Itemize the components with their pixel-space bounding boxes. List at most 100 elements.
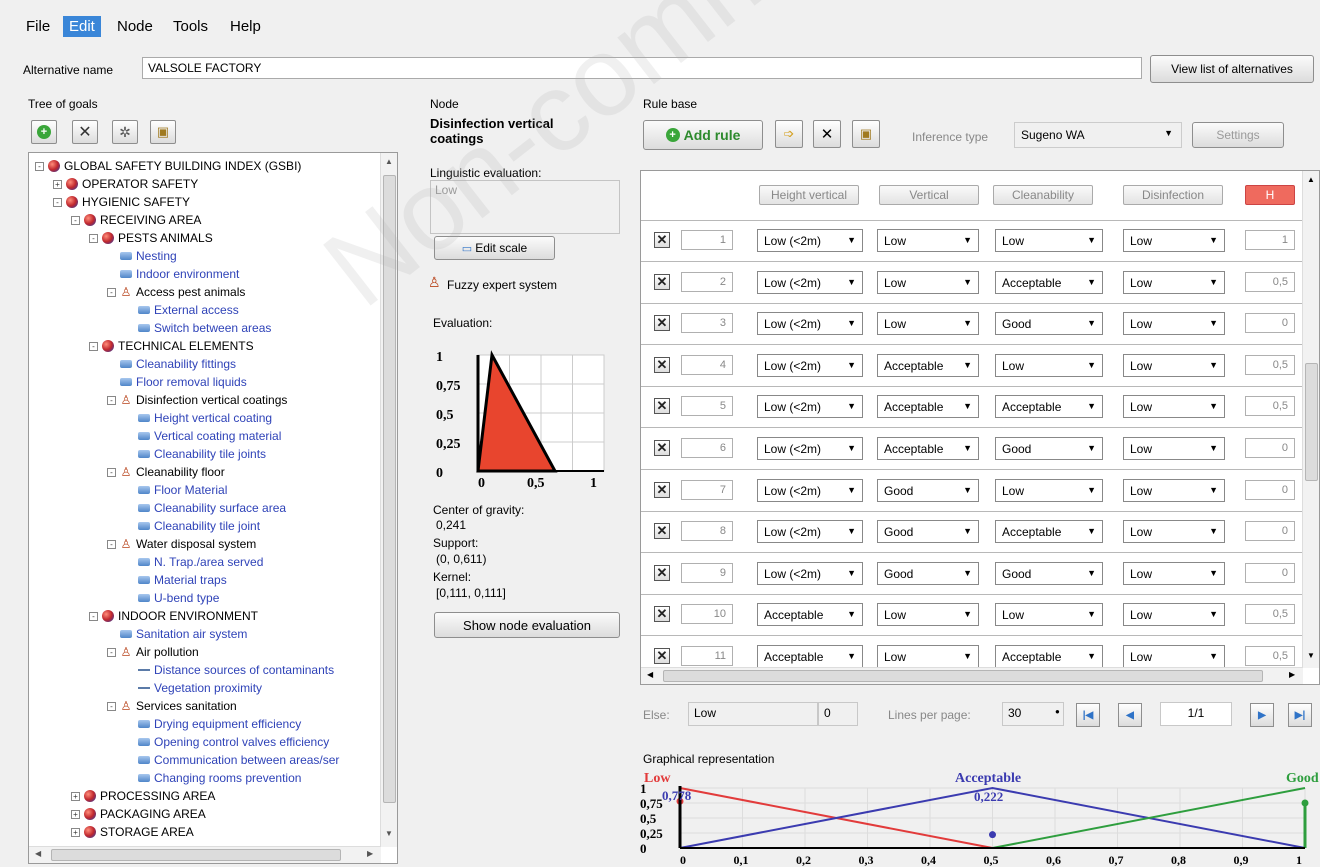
disinfection-select[interactable]: Low ▼ [1123, 478, 1225, 502]
collapse-icon[interactable]: - [35, 161, 44, 171]
tree-node[interactable]: Cleanability fittings [107, 355, 236, 373]
rule-h-value[interactable]: 0 [1245, 313, 1295, 334]
height-vertical-select[interactable]: Acceptable ▼ [757, 645, 863, 668]
else-number-field[interactable]: 0 [818, 702, 858, 726]
header-height-vertical[interactable]: Height vertical [759, 185, 859, 205]
rule-h-value[interactable]: 0,5 [1245, 354, 1295, 375]
collapse-icon[interactable]: - [107, 539, 116, 549]
tree-node[interactable]: Drying equipment efficiency [125, 715, 301, 733]
cleanability-select[interactable]: Low ▼ [995, 229, 1103, 252]
tree-node[interactable]: U-bend type [125, 589, 219, 607]
tree-node[interactable]: Changing rooms prevention [125, 769, 301, 787]
menu-file[interactable]: File [20, 16, 56, 37]
expand-icon[interactable]: + [71, 827, 80, 837]
inference-type-select[interactable]: Sugeno WA ▼ [1014, 122, 1182, 148]
menu-node[interactable]: Node [111, 16, 159, 37]
height-vertical-select[interactable]: Low (<2m) ▼ [757, 270, 863, 294]
settings-button[interactable]: Settings [1192, 122, 1284, 148]
goal-tree[interactable]: - GLOBAL SAFETY BUILDING INDEX (GSBI) + OPE… [28, 152, 398, 864]
collapse-icon[interactable]: - [107, 395, 116, 405]
vertical-select[interactable]: Good ▼ [877, 520, 979, 544]
view-list-button[interactable]: View list of alternatives [1150, 55, 1314, 83]
vertical-select[interactable]: Low ▼ [877, 645, 979, 668]
disinfection-select[interactable]: Low ▼ [1123, 395, 1225, 419]
rule-h-value[interactable]: 0,5 [1245, 604, 1295, 625]
cleanability-select[interactable]: Low ▼ [995, 478, 1103, 502]
tree-node[interactable]: + PACKAGING AREA [71, 805, 206, 823]
disinfection-select[interactable]: Low ▼ [1123, 520, 1225, 544]
tree-node[interactable]: Cleanability tile joints [125, 445, 266, 463]
disinfection-select[interactable]: Low ▼ [1123, 229, 1225, 252]
previous-page-button[interactable]: ◀ [1118, 703, 1142, 727]
tree-node[interactable]: Communication between areas/ser [125, 751, 339, 769]
cleanability-select[interactable]: Acceptable ▼ [995, 645, 1103, 668]
height-vertical-select[interactable]: Low (<2m) ▼ [757, 520, 863, 544]
tree-node[interactable]: - ♙ Access pest animals [107, 283, 245, 301]
tree-node[interactable]: Cleanability surface area [125, 499, 286, 517]
tree-node[interactable]: - RECEIVING AREA [71, 211, 201, 229]
tree-node[interactable]: - ♙ Water disposal system [107, 535, 256, 553]
rules-horizontal-scrollbar[interactable]: ◀ ▶ [641, 667, 1303, 684]
cleanability-select[interactable]: Good ▼ [995, 312, 1103, 336]
cleanability-select[interactable]: Good ▼ [995, 561, 1103, 585]
tree-node[interactable]: - ♙ Air pollution [107, 643, 199, 661]
tree-node[interactable]: Floor Material [125, 481, 227, 499]
height-vertical-select[interactable]: Low (<2m) ▼ [757, 561, 863, 585]
tree-node[interactable]: - PESTS ANIMALS [89, 229, 213, 247]
delete-rule-icon[interactable]: ✕ [654, 398, 670, 415]
add-rule-button[interactable]: + Add rule [643, 120, 763, 150]
tree-scroll-thumb[interactable] [383, 175, 396, 803]
rule-action-button[interactable]: ➩ [775, 120, 803, 148]
tree-node[interactable]: Distance sources of contaminants [125, 661, 334, 679]
expand-icon[interactable]: + [71, 791, 80, 801]
tree-node[interactable]: Switch between areas [125, 319, 271, 337]
height-vertical-select[interactable]: Low (<2m) ▼ [757, 395, 863, 419]
header-cleanability[interactable]: Cleanability [993, 185, 1093, 205]
height-vertical-select[interactable]: Low (<2m) ▼ [757, 353, 863, 377]
delete-rule-button[interactable]: ✕ [813, 120, 841, 148]
tree-node[interactable]: Opening control valves efficiency [125, 733, 329, 751]
collapse-icon[interactable]: - [89, 341, 98, 351]
delete-rule-icon[interactable]: ✕ [654, 273, 670, 290]
tree-node[interactable]: - ♙ Disinfection vertical coatings [107, 391, 287, 409]
vertical-select[interactable]: Acceptable ▼ [877, 353, 979, 377]
tree-node[interactable]: Height vertical coating [125, 409, 272, 427]
show-node-evaluation-button[interactable]: Show node evaluation [434, 612, 620, 638]
tree-node[interactable]: + PROCESSING AREA [71, 787, 215, 805]
collapse-icon[interactable]: - [89, 611, 98, 621]
menu-help[interactable]: Help [224, 16, 267, 37]
tree-node[interactable]: Vertical coating material [125, 427, 281, 445]
expand-icon[interactable]: + [53, 179, 62, 189]
rules-vertical-scrollbar[interactable]: ▲ ▼ [1302, 171, 1319, 668]
collapse-icon[interactable]: - [107, 287, 116, 297]
header-h[interactable]: H [1245, 185, 1295, 205]
rule-h-value[interactable]: 0,5 [1245, 396, 1295, 417]
tree-node[interactable]: - GLOBAL SAFETY BUILDING INDEX (GSBI) [35, 157, 301, 175]
tree-hscroll-thumb[interactable] [51, 849, 341, 861]
delete-rule-icon[interactable]: ✕ [654, 606, 670, 623]
vertical-select[interactable]: Acceptable ▼ [877, 395, 979, 419]
height-vertical-select[interactable]: Low (<2m) ▼ [757, 478, 863, 502]
cleanability-select[interactable]: Acceptable ▼ [995, 395, 1103, 419]
collapse-icon[interactable]: - [71, 215, 80, 225]
tree-node[interactable]: Floor removal liquids [107, 373, 247, 391]
rule-h-value[interactable]: 0 [1245, 479, 1295, 500]
collapse-icon[interactable]: - [53, 197, 62, 207]
vertical-select[interactable]: Low ▼ [877, 312, 979, 336]
vertical-select[interactable]: Low ▼ [877, 603, 979, 627]
tree-node[interactable]: + STORAGE AREA [71, 823, 194, 841]
tree-node[interactable]: + OPERATOR SAFETY [53, 175, 198, 193]
tree-node[interactable]: - ♙ Cleanability floor [107, 463, 225, 481]
tree-node[interactable]: External access [125, 301, 239, 319]
disinfection-select[interactable]: Low ▼ [1123, 561, 1225, 585]
vertical-select[interactable]: Low ▼ [877, 229, 979, 252]
header-disinfection[interactable]: Disinfection [1123, 185, 1223, 205]
rule-h-value[interactable]: 0 [1245, 562, 1295, 583]
rule-h-value[interactable]: 0 [1245, 438, 1295, 458]
cleanability-select[interactable]: Good ▼ [995, 437, 1103, 460]
export-button[interactable]: ▣ [150, 120, 176, 144]
rules-scroll-thumb[interactable] [1305, 363, 1318, 481]
tree-node[interactable]: Sanitation air system [107, 625, 247, 643]
disinfection-select[interactable]: Low ▼ [1123, 353, 1225, 377]
height-vertical-select[interactable]: Acceptable ▼ [757, 603, 863, 627]
